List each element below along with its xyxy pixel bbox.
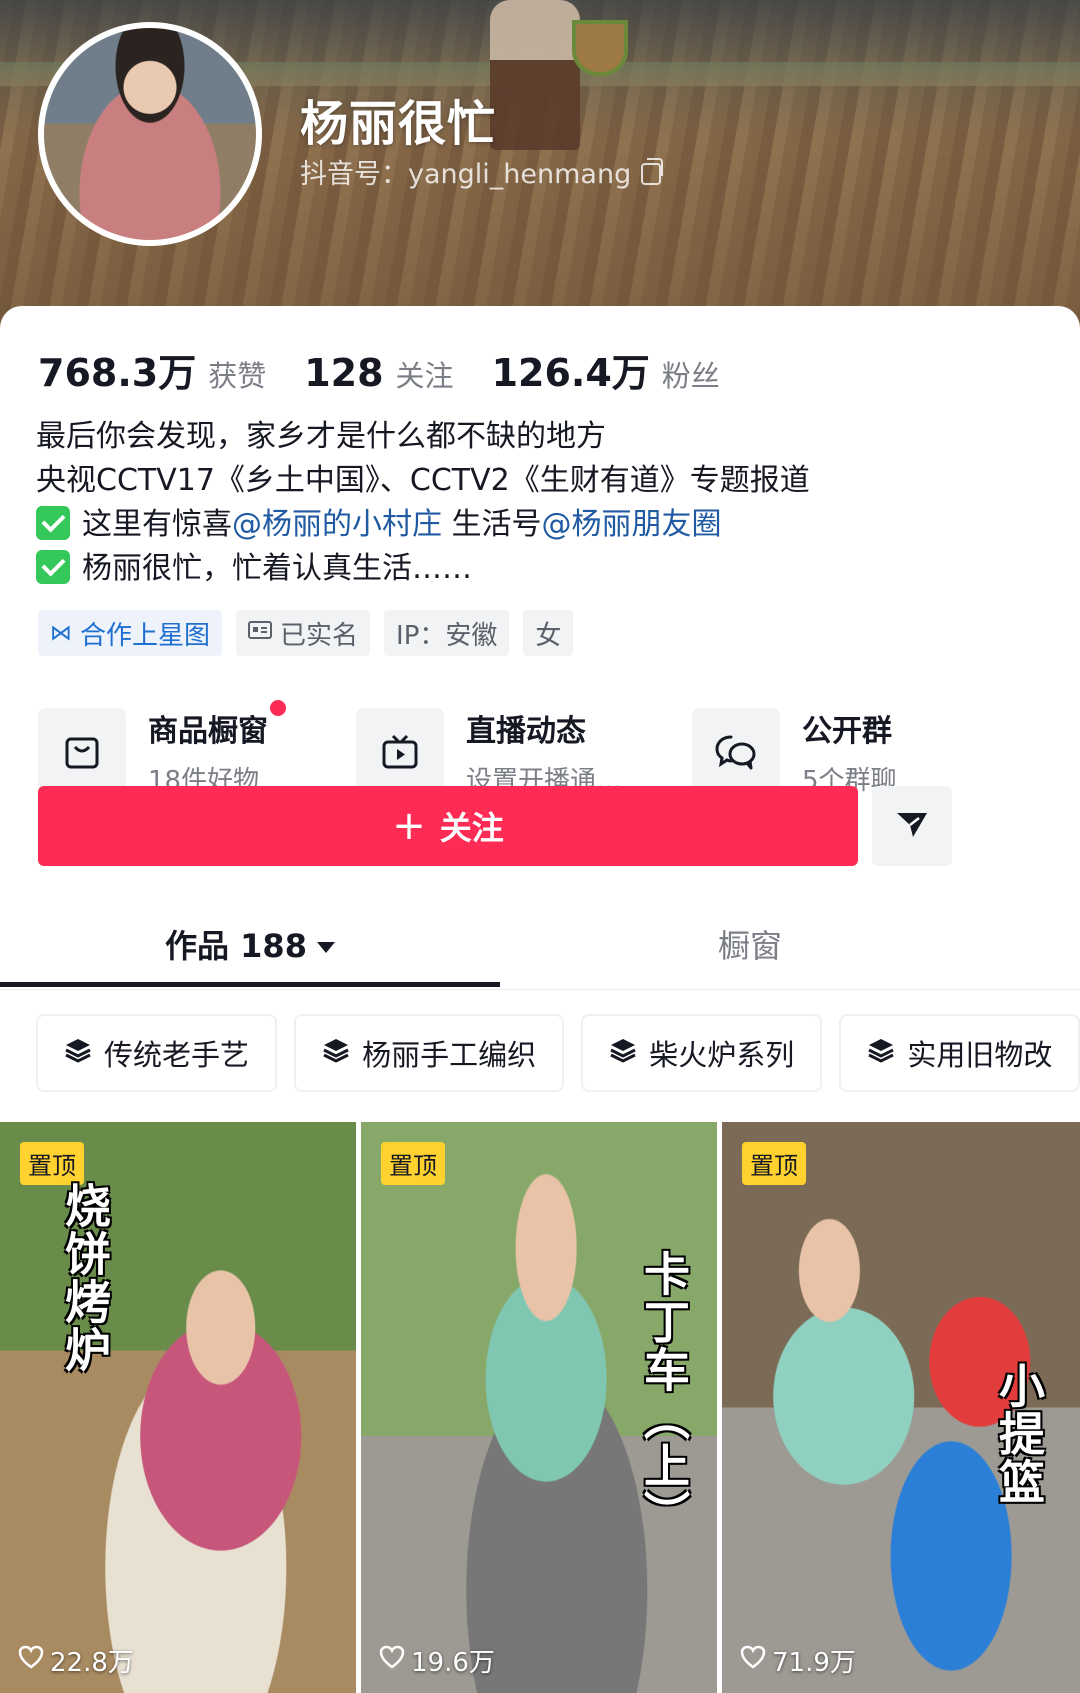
tab-works-label: 作品 188 — [165, 927, 307, 965]
plus-icon: + — [392, 803, 426, 849]
bio-link-village[interactable]: @杨丽的小村庄 — [232, 507, 442, 542]
collection-chip-label: 实用旧物改 — [907, 1038, 1053, 1072]
collection-chips: 传统老手艺 杨丽手工编织 柴火炉系列 实用旧物改 — [36, 1014, 1080, 1094]
douyin-id: 抖音号：yangli_henmang — [300, 152, 664, 191]
caret-down-icon — [316, 942, 335, 953]
video-likes: 22.8万 — [18, 1642, 134, 1679]
collection-chip[interactable]: 传统老手艺 — [36, 1014, 278, 1092]
video-likes-count: 19.6万 — [411, 1648, 495, 1678]
share-button[interactable] — [872, 786, 952, 866]
layers-icon — [322, 1036, 350, 1070]
stat-followers-label: 粉丝 — [661, 359, 720, 393]
stats-row: 768.3万 获赞 128 关注 126.4万 粉丝 — [38, 342, 758, 397]
feature-live[interactable]: 直播动态 设置开播通… — [356, 706, 622, 797]
tag-star-map[interactable]: ⋈ 合作上星图 — [38, 610, 223, 656]
feature-group[interactable]: 公开群 5个群聊 — [692, 706, 897, 797]
heart-icon — [18, 1645, 44, 1676]
bio-line-1: 最后你会发现，家乡才是什么都不缺的地方 — [36, 419, 606, 454]
collection-chip[interactable]: 实用旧物改 — [839, 1014, 1080, 1092]
feature-shop-title-text: 商品橱窗 — [148, 714, 268, 749]
check-icon — [36, 506, 70, 540]
bio-line-4: 杨丽很忙，忙着认真生活…… — [36, 548, 1046, 592]
content-tabs: 作品 188 橱窗 — [0, 916, 1080, 990]
layers-icon — [609, 1036, 637, 1070]
notification-dot — [270, 700, 286, 716]
copy-icon[interactable] — [641, 158, 664, 185]
collection-chip-label: 柴火炉系列 — [649, 1038, 795, 1072]
stat-likes[interactable]: 768.3万 获赞 — [38, 342, 266, 397]
profile-nickname: 杨丽很忙 — [300, 96, 497, 152]
collection-chip[interactable]: 杨丽手工编织 — [294, 1014, 565, 1092]
feature-shop-title: 商品橱窗 — [148, 700, 286, 750]
stat-likes-num: 768.3万 — [38, 351, 197, 395]
heart-icon — [379, 1645, 405, 1676]
bio-line-4-text: 杨丽很忙，忙着认真生活…… — [82, 551, 472, 586]
video-title: 小提篮 — [992, 1362, 1046, 1506]
stat-following[interactable]: 128 关注 — [304, 351, 453, 395]
layers-icon — [867, 1036, 895, 1070]
feature-group-title: 公开群 — [802, 714, 892, 749]
tag-star-map-label: 合作上星图 — [80, 620, 211, 651]
profile-sheet: 768.3万 获赞 128 关注 126.4万 粉丝 最后你会发现，家乡才是什么… — [0, 306, 1080, 1693]
bio-line-3-prefix: 这里有惊喜 — [82, 507, 232, 542]
tag-verified-label: 已实名 — [280, 620, 359, 651]
feature-row: 商品橱窗 18件好物 直播动态 设置开播通… 公开群 5个群聊 — [38, 700, 1048, 797]
feature-shop-window[interactable]: 商品橱窗 18件好物 — [38, 700, 286, 797]
video-title: 烧饼烤炉 — [58, 1182, 112, 1374]
tag-gender: 女 — [523, 610, 574, 656]
tag-ip: IP：安徽 — [384, 610, 510, 656]
pinned-badge: 置顶 — [20, 1142, 84, 1185]
tab-underline — [0, 982, 500, 987]
collection-chip[interactable]: 柴火炉系列 — [581, 1014, 823, 1092]
banner-person — [490, 0, 580, 150]
bio: 最后你会发现，家乡才是什么都不缺的地方 央视CCTV17《乡土中国》、CCTV2… — [36, 416, 1046, 592]
stat-followers[interactable]: 126.4万 粉丝 — [492, 342, 720, 397]
send-icon — [895, 809, 929, 843]
check-icon — [36, 550, 70, 584]
tv-icon — [356, 707, 444, 796]
bag-icon — [38, 707, 126, 796]
collection-chip-label: 传统老手艺 — [104, 1038, 250, 1072]
stat-followers-num: 126.4万 — [491, 351, 650, 395]
id-card-icon — [248, 620, 273, 646]
tab-showcase[interactable]: 橱窗 — [500, 916, 1000, 976]
video-tile[interactable]: 置顶 烧饼烤炉 22.8万 — [0, 1122, 356, 1693]
stat-following-num: 128 — [304, 351, 384, 395]
video-likes-count: 71.9万 — [772, 1648, 856, 1678]
banner-basket — [572, 20, 628, 76]
stat-following-label: 关注 — [395, 359, 454, 393]
avatar[interactable] — [38, 22, 262, 246]
tab-works[interactable]: 作品 188 — [0, 916, 500, 976]
heart-icon — [740, 1645, 766, 1676]
bio-line-2: 央视CCTV17《乡土中国》、CCTV2《生财有道》专题报道 — [36, 463, 810, 498]
bio-link-friends[interactable]: @杨丽朋友圈 — [542, 507, 722, 542]
video-grid: 置顶 烧饼烤炉 22.8万 置顶 卡丁车（上） 19.6万 置顶 小提篮 71.… — [0, 1122, 1080, 1693]
bio-line-3: 这里有惊喜@杨丽的小村庄 生活号@杨丽朋友圈 — [36, 504, 1046, 548]
video-tile[interactable]: 置顶 卡丁车（上） 19.6万 — [361, 1122, 717, 1693]
tag-verified: 已实名 — [236, 610, 371, 656]
tag-row: ⋈ 合作上星图 已实名 IP：安徽 女 — [38, 610, 574, 656]
stat-likes-label: 获赞 — [208, 359, 267, 393]
collection-chip-label: 杨丽手工编织 — [362, 1038, 537, 1072]
follow-button[interactable]: + 关注 — [38, 786, 858, 866]
follow-button-label: 关注 — [439, 809, 504, 847]
video-likes-count: 22.8万 — [50, 1648, 134, 1678]
douyin-id-text: 抖音号：yangli_henmang — [300, 159, 632, 190]
video-likes: 71.9万 — [740, 1642, 856, 1679]
star-map-icon: ⋈ — [50, 620, 72, 646]
pinned-badge: 置顶 — [742, 1142, 806, 1185]
bio-line-3-mid: 生活号 — [442, 507, 542, 542]
layers-icon — [64, 1036, 92, 1070]
feature-live-title: 直播动态 — [466, 714, 586, 749]
video-title: 卡丁车（上） — [637, 1250, 691, 1538]
video-likes: 19.6万 — [379, 1642, 495, 1679]
chat-icon — [692, 707, 780, 796]
pinned-badge: 置顶 — [381, 1142, 445, 1185]
video-tile[interactable]: 置顶 小提篮 71.9万 — [722, 1122, 1080, 1693]
